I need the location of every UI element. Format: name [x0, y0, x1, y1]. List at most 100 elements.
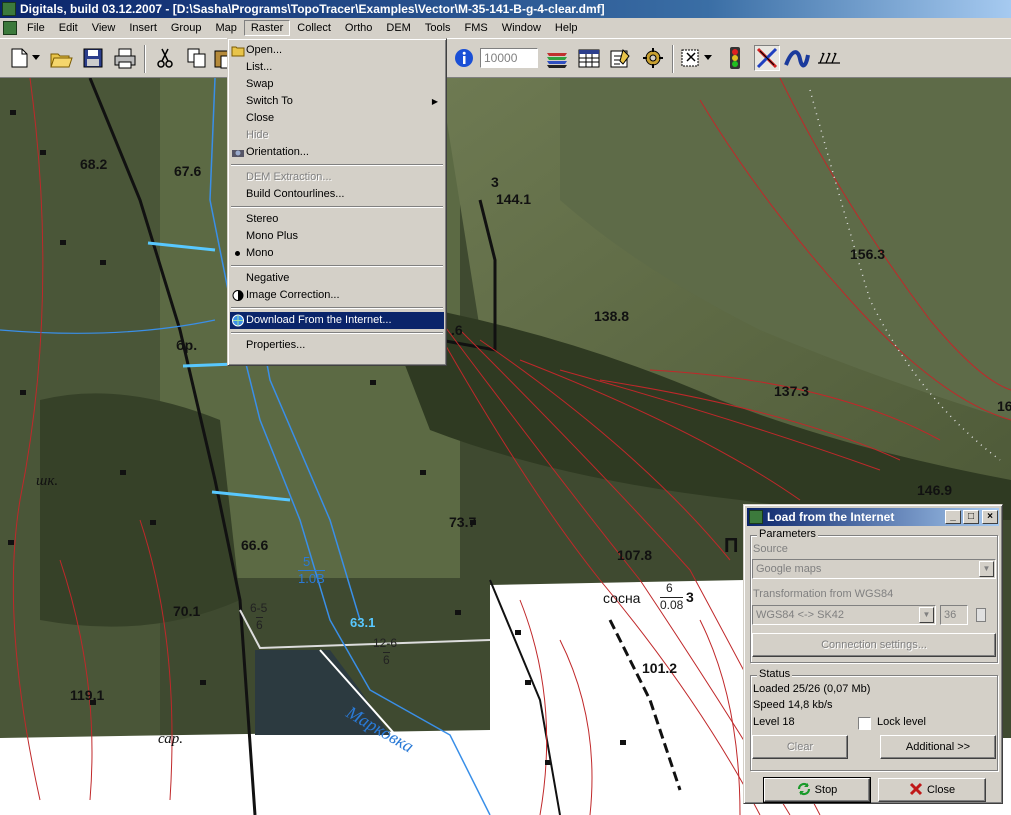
- layers-icon[interactable]: [544, 45, 570, 71]
- menu-item-open[interactable]: Open...: [230, 42, 444, 59]
- lock-level-checkbox[interactable]: [858, 717, 871, 730]
- source-select[interactable]: Google maps ▼: [752, 559, 996, 579]
- select-dropdown-icon[interactable]: [702, 45, 714, 71]
- window-title-bar[interactable]: Digitals, build 03.12.2007 - [D:\Sasha\P…: [0, 0, 1011, 18]
- menu-fms[interactable]: FMS: [458, 20, 495, 36]
- menu-item-hide[interactable]: Hide: [230, 127, 444, 144]
- menu-item-mono-plus[interactable]: Mono Plus: [230, 228, 444, 245]
- print-icon[interactable]: [112, 45, 138, 71]
- maximize-icon[interactable]: □: [963, 510, 979, 524]
- close-button-label: Close: [926, 784, 956, 796]
- dialog-title-bar[interactable]: Load from the Internet _ □ ×: [747, 508, 999, 526]
- menu-file[interactable]: File: [20, 20, 52, 36]
- map-label: 138.8: [594, 308, 630, 324]
- window-title: Digitals, build 03.12.2007 - [D:\Sasha\P…: [20, 2, 605, 16]
- menu-item-switch-to[interactable]: Switch To ▶: [230, 93, 444, 110]
- menu-help[interactable]: Help: [548, 20, 585, 36]
- menu-item-stereo[interactable]: Stereo: [230, 211, 444, 228]
- map-label: 73.7: [449, 514, 477, 530]
- map-label: 6-5: [250, 601, 268, 615]
- zone-input[interactable]: 36: [940, 605, 968, 625]
- menu-edit[interactable]: Edit: [52, 20, 85, 36]
- menu-item-negative[interactable]: Negative: [230, 270, 444, 287]
- transform-select[interactable]: WGS84 <-> SK42 ▼: [752, 605, 936, 625]
- map-label: 107.8: [617, 547, 653, 563]
- map-label: 6: [666, 581, 673, 595]
- raster-menu: Open... List... Swap Switch To ▶ Close H…: [227, 38, 447, 366]
- menu-view[interactable]: View: [85, 20, 123, 36]
- chevron-down-icon: ▼: [919, 607, 934, 623]
- copy-icon[interactable]: [184, 45, 210, 71]
- menu-item-label: Switch To: [246, 95, 293, 107]
- menu-item-dem-extraction[interactable]: DEM Extraction...: [230, 169, 444, 186]
- open-folder-icon[interactable]: [48, 45, 74, 71]
- calculator-icon[interactable]: [976, 608, 986, 622]
- select-tool-icon[interactable]: [678, 45, 704, 71]
- clear-button[interactable]: Clear: [752, 735, 848, 759]
- menu-ortho[interactable]: Ortho: [338, 20, 380, 36]
- menu-item-close[interactable]: Close: [230, 110, 444, 127]
- cut-icon[interactable]: [152, 45, 178, 71]
- menu-item-label: Build Contourlines...: [246, 188, 345, 200]
- menu-tools[interactable]: Tools: [418, 20, 458, 36]
- menu-group[interactable]: Group: [164, 20, 209, 36]
- menu-bar: File Edit View Insert Group Map Raster C…: [0, 18, 1011, 38]
- curve-tool-icon[interactable]: [784, 45, 810, 71]
- map-label: 5: [303, 554, 311, 569]
- menu-window[interactable]: Window: [495, 20, 548, 36]
- menu-item-label: Stereo: [246, 213, 279, 225]
- source-value: Google maps: [756, 563, 822, 575]
- menu-item-label: Swap: [246, 78, 274, 90]
- menu-insert[interactable]: Insert: [122, 20, 164, 36]
- menu-dem[interactable]: DEM: [379, 20, 417, 36]
- map-label: 6: [383, 652, 390, 667]
- menu-item-swap[interactable]: Swap: [230, 76, 444, 93]
- menu-item-mono[interactable]: Mono: [230, 245, 444, 262]
- toolbar-separator: [672, 45, 674, 73]
- traffic-light-icon[interactable]: [722, 45, 748, 71]
- zoom-scale-input[interactable]: 10000: [480, 48, 538, 68]
- table-icon[interactable]: [576, 45, 602, 71]
- menu-item-list[interactable]: List...: [230, 59, 444, 76]
- menu-collect[interactable]: Collect: [290, 20, 338, 36]
- menu-separator: [230, 304, 444, 312]
- menu-item-image-correction[interactable]: Image Correction...: [230, 287, 444, 304]
- map-label: 101.2: [642, 660, 678, 676]
- document-icon[interactable]: [3, 21, 17, 35]
- menu-item-build-contourlines[interactable]: Build Contourlines...: [230, 186, 444, 203]
- stop-button[interactable]: Stop: [763, 777, 871, 803]
- info-icon[interactable]: [452, 45, 476, 71]
- menu-item-properties[interactable]: Properties...: [230, 337, 444, 354]
- additional-button[interactable]: Additional >>: [880, 735, 996, 759]
- menu-raster[interactable]: Raster: [243, 20, 291, 36]
- minimize-icon[interactable]: _: [945, 510, 961, 524]
- map-label: 70.1: [173, 603, 201, 619]
- edit-properties-icon[interactable]: [608, 45, 634, 71]
- menu-item-download-internet[interactable]: Download From the Internet...: [230, 312, 444, 329]
- radio-bullet-icon: [235, 251, 240, 256]
- close-icon[interactable]: ×: [982, 510, 998, 524]
- menu-item-orientation[interactable]: Orientation...: [230, 144, 444, 161]
- menu-separator: [230, 262, 444, 270]
- map-label: 68.2: [80, 156, 108, 172]
- map-label: сар.: [158, 731, 184, 747]
- map-label: сосна: [603, 590, 641, 606]
- status-label: Status: [757, 668, 793, 680]
- hatch-tool-icon[interactable]: [816, 45, 842, 71]
- close-x-icon: [909, 782, 923, 796]
- refresh-icon: [797, 782, 811, 796]
- menu-item-label: Image Correction...: [246, 289, 340, 301]
- map-label: 156.3: [850, 246, 886, 262]
- pen-tool-icon[interactable]: [754, 45, 780, 71]
- connection-settings-button[interactable]: Connection settings...: [752, 633, 996, 657]
- new-file-icon[interactable]: [6, 45, 32, 71]
- menu-separator: [230, 203, 444, 211]
- chevron-down-icon: ▼: [979, 561, 994, 577]
- settings-gear-icon[interactable]: [640, 45, 666, 71]
- save-icon[interactable]: [80, 45, 106, 71]
- source-label: Source: [753, 543, 788, 555]
- toolbar-separator: [144, 45, 146, 73]
- menu-map[interactable]: Map: [208, 20, 243, 36]
- close-button[interactable]: Close: [878, 778, 986, 802]
- new-dropdown-icon[interactable]: [30, 45, 42, 71]
